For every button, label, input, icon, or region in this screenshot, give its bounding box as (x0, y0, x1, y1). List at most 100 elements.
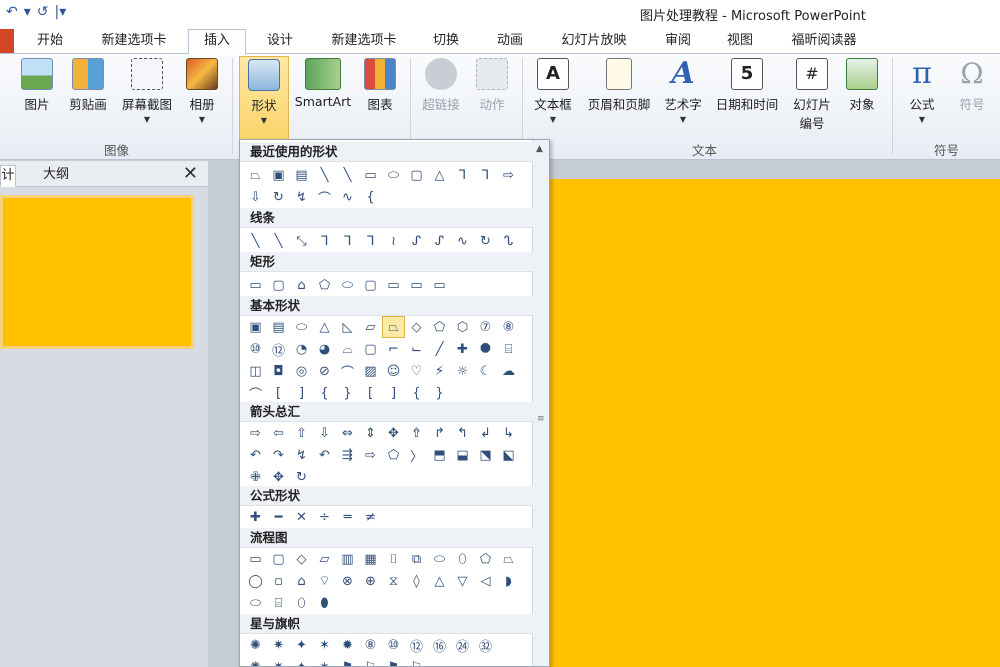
shape-icon[interactable]: ⇶ (336, 444, 359, 466)
shape-icon[interactable]: ☺ (382, 360, 405, 382)
shape-icon[interactable]: ╱ (428, 338, 451, 360)
shape-icon[interactable]: ✦ (290, 656, 313, 667)
slide-thumbnail[interactable] (0, 195, 194, 349)
shape-icon[interactable]: ⚐ (359, 656, 382, 667)
shape-icon[interactable]: ⇦ (267, 422, 290, 444)
shape-icon[interactable]: ㉜ (474, 634, 497, 656)
shape-icon[interactable]: ⬠ (474, 548, 497, 570)
shape-icon[interactable]: ⇔ (336, 422, 359, 444)
shape-icon[interactable]: ◔ (290, 338, 313, 360)
shape-icon[interactable]: ᒣ (313, 230, 336, 252)
shape-icon[interactable]: ⌒ (336, 360, 359, 382)
shape-icon[interactable]: ⑧ (359, 634, 382, 656)
shape-icon[interactable]: ✚ (451, 338, 474, 360)
shape-icon[interactable]: ⏢ (382, 316, 405, 338)
shape-icon[interactable]: ↶ (244, 444, 267, 466)
shape-icon[interactable]: ⬭ (244, 592, 267, 614)
shape-icon[interactable]: ⌙ (405, 338, 428, 360)
datetime-button[interactable]: 5 日期和时间 (710, 58, 784, 113)
shape-icon[interactable]: ⇕ (359, 422, 382, 444)
shape-icon[interactable]: ▦ (359, 548, 382, 570)
shape-icon[interactable]: ⬓ (451, 444, 474, 466)
shape-icon[interactable]: ] (290, 382, 313, 404)
action-button[interactable]: 动作 (472, 58, 512, 113)
shape-icon[interactable]: ☾ (474, 360, 497, 382)
shape-icon[interactable]: ✥ (267, 466, 290, 488)
shape-icon[interactable]: ◇ (290, 548, 313, 570)
shape-icon[interactable]: ⧖ (382, 570, 405, 592)
shape-icon[interactable]: ⌂ (290, 570, 313, 592)
shape-icon[interactable]: ▤ (267, 316, 290, 338)
shape-icon[interactable]: ⏢ (244, 164, 267, 186)
clipart-button[interactable]: 剪贴画 (64, 58, 112, 113)
shape-icon[interactable]: ◇ (405, 316, 428, 338)
shape-icon[interactable]: ᒣ (336, 230, 359, 252)
shape-icon[interactable]: ↯ (290, 186, 313, 208)
shape-icon[interactable]: ▥ (336, 548, 359, 570)
shape-icon[interactable]: ⑧ (497, 316, 520, 338)
shape-icon[interactable]: ⑩ (244, 338, 267, 360)
tab-view[interactable]: 视图 (714, 30, 766, 54)
shape-icon[interactable]: ↯ (290, 444, 313, 466)
shape-icon[interactable]: ⌒ (244, 382, 267, 404)
shape-icon[interactable]: ᔑ (405, 230, 428, 252)
shape-icon[interactable]: ] (382, 382, 405, 404)
shape-icon[interactable]: ⤡ (290, 230, 313, 252)
shape-icon[interactable]: ▣ (267, 164, 290, 186)
scroll-up-icon[interactable]: ▲ (536, 144, 543, 154)
shape-icon[interactable]: } (336, 382, 359, 404)
chart-button[interactable]: 图表 (362, 58, 398, 113)
shape-icon[interactable]: ⑩ (382, 634, 405, 656)
shape-icon[interactable]: ⇮ (405, 422, 428, 444)
shape-icon[interactable]: ⬭ (336, 274, 359, 296)
tab-new-tab-2[interactable]: 新建选项卡 (318, 30, 410, 54)
shape-icon[interactable]: ᔑ (428, 230, 451, 252)
symbol-button[interactable]: Ω 符号 (950, 58, 994, 113)
shape-icon[interactable]: ▭ (428, 274, 451, 296)
slide-number-button[interactable]: # 幻灯片 编号 (788, 58, 836, 132)
shape-icon[interactable]: ▽ (451, 570, 474, 592)
shape-icon[interactable]: ⊘ (313, 360, 336, 382)
shape-icon[interactable]: ⬡ (451, 316, 474, 338)
shape-icon[interactable]: ⌐ (382, 338, 405, 360)
shape-icon[interactable]: ⊕ (359, 570, 382, 592)
shape-icon[interactable]: ⏢ (497, 548, 520, 570)
shape-icon[interactable]: ⌂ (290, 274, 313, 296)
header-footer-button[interactable]: 页眉和页脚 (582, 58, 656, 113)
shape-icon[interactable]: ⑦ (474, 316, 497, 338)
shape-icon[interactable]: ↷ (267, 444, 290, 466)
shape-icon[interactable]: ◺ (336, 316, 359, 338)
shape-icon[interactable]: ✶ (313, 656, 336, 667)
close-icon[interactable]: ✕ (183, 163, 198, 184)
shape-icon[interactable]: ⅂ (474, 164, 497, 186)
shape-icon[interactable]: 〉 (405, 444, 428, 466)
shape-icon[interactable]: ▭ (244, 274, 267, 296)
shape-icon[interactable]: ⬭ (382, 164, 405, 186)
shape-icon[interactable]: ▢ (267, 274, 290, 296)
shape-icon[interactable]: ▣ (244, 316, 267, 338)
shape-icon[interactable]: ▭ (382, 274, 405, 296)
shape-icon[interactable]: ⬠ (382, 444, 405, 466)
shape-icon[interactable]: ✷ (267, 656, 290, 667)
tab-review[interactable]: 审阅 (652, 30, 704, 54)
shape-icon[interactable]: ◯ (244, 570, 267, 592)
shape-icon[interactable]: ▱ (313, 548, 336, 570)
tab-new-tab-1[interactable]: 新建选项卡 (88, 30, 180, 54)
shape-icon[interactable]: ⬒ (428, 444, 451, 466)
shape-icon[interactable]: ⚑ (336, 656, 359, 667)
shape-icon[interactable]: } (428, 382, 451, 404)
shape-icon[interactable]: ◗ (497, 570, 520, 592)
file-tab[interactable] (0, 29, 14, 53)
tab-slides[interactable]: 计 (0, 165, 16, 187)
shape-icon[interactable]: ▨ (359, 360, 382, 382)
shape-icon[interactable]: ⑯ (428, 634, 451, 656)
shape-icon[interactable]: ◎ (290, 360, 313, 382)
tab-transitions[interactable]: 切换 (420, 30, 472, 54)
shape-icon[interactable]: ╲ (313, 164, 336, 186)
customize-toolbar-icon[interactable]: |▾ (55, 4, 67, 20)
shape-icon[interactable]: ᔐ (497, 230, 520, 252)
shape-icon[interactable]: ▫ (267, 570, 290, 592)
shape-icon[interactable]: ↱ (428, 422, 451, 444)
shape-icon[interactable]: ⑫ (267, 338, 290, 360)
shape-icon[interactable]: ⌸ (497, 338, 520, 360)
